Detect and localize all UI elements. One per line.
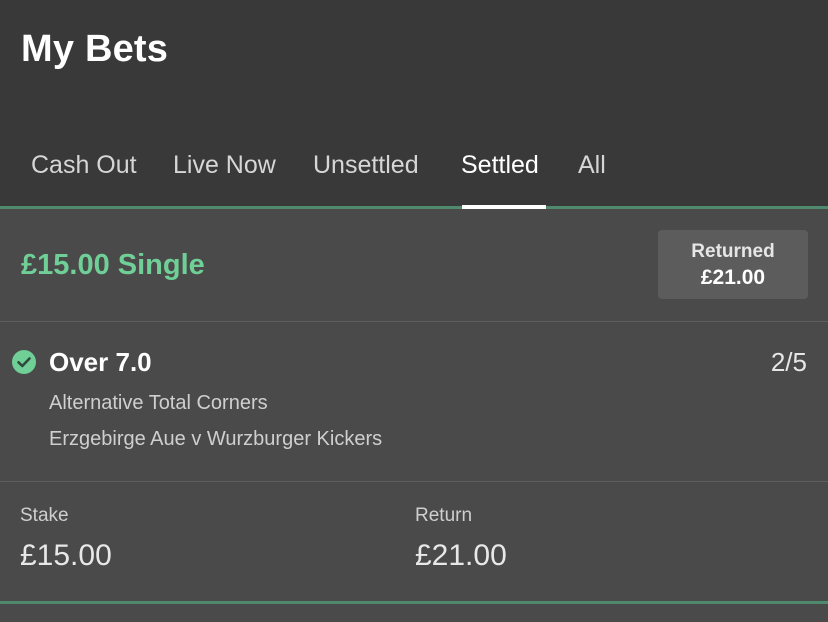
stake-value: £15.00 bbox=[20, 539, 112, 572]
selection-event: Erzgebirge Aue v Wurzburger Kickers bbox=[49, 428, 383, 450]
returned-value: £21.00 bbox=[700, 266, 766, 289]
header: My Bets Cash Out Live Now Unsettled Sett… bbox=[0, 0, 828, 207]
selection-market: Alternative Total Corners bbox=[49, 392, 268, 414]
selection-name: Over 7.0 bbox=[49, 347, 152, 377]
selection-odds: 2/5 bbox=[770, 347, 807, 377]
return-label: Return bbox=[415, 505, 473, 526]
tab-settled[interactable]: Settled bbox=[461, 150, 539, 180]
my-bets-page: My Bets Cash Out Live Now Unsettled Sett… bbox=[0, 0, 828, 622]
bet-title: £15.00 Single bbox=[21, 249, 205, 281]
check-circle-icon bbox=[12, 350, 36, 374]
tab-cash-out[interactable]: Cash Out bbox=[31, 150, 137, 180]
return-value: £21.00 bbox=[415, 539, 507, 572]
returned-badge: Returned £21.00 bbox=[658, 230, 808, 299]
tab-unsettled[interactable]: Unsettled bbox=[313, 150, 419, 180]
stake-label: Stake bbox=[20, 505, 69, 526]
tab-live-now[interactable]: Live Now bbox=[173, 150, 276, 180]
tab-all[interactable]: All bbox=[578, 150, 606, 180]
next-card-area bbox=[0, 604, 828, 622]
divider bbox=[0, 481, 828, 482]
page-title: My Bets bbox=[21, 28, 169, 70]
returned-label: Returned bbox=[691, 241, 775, 262]
